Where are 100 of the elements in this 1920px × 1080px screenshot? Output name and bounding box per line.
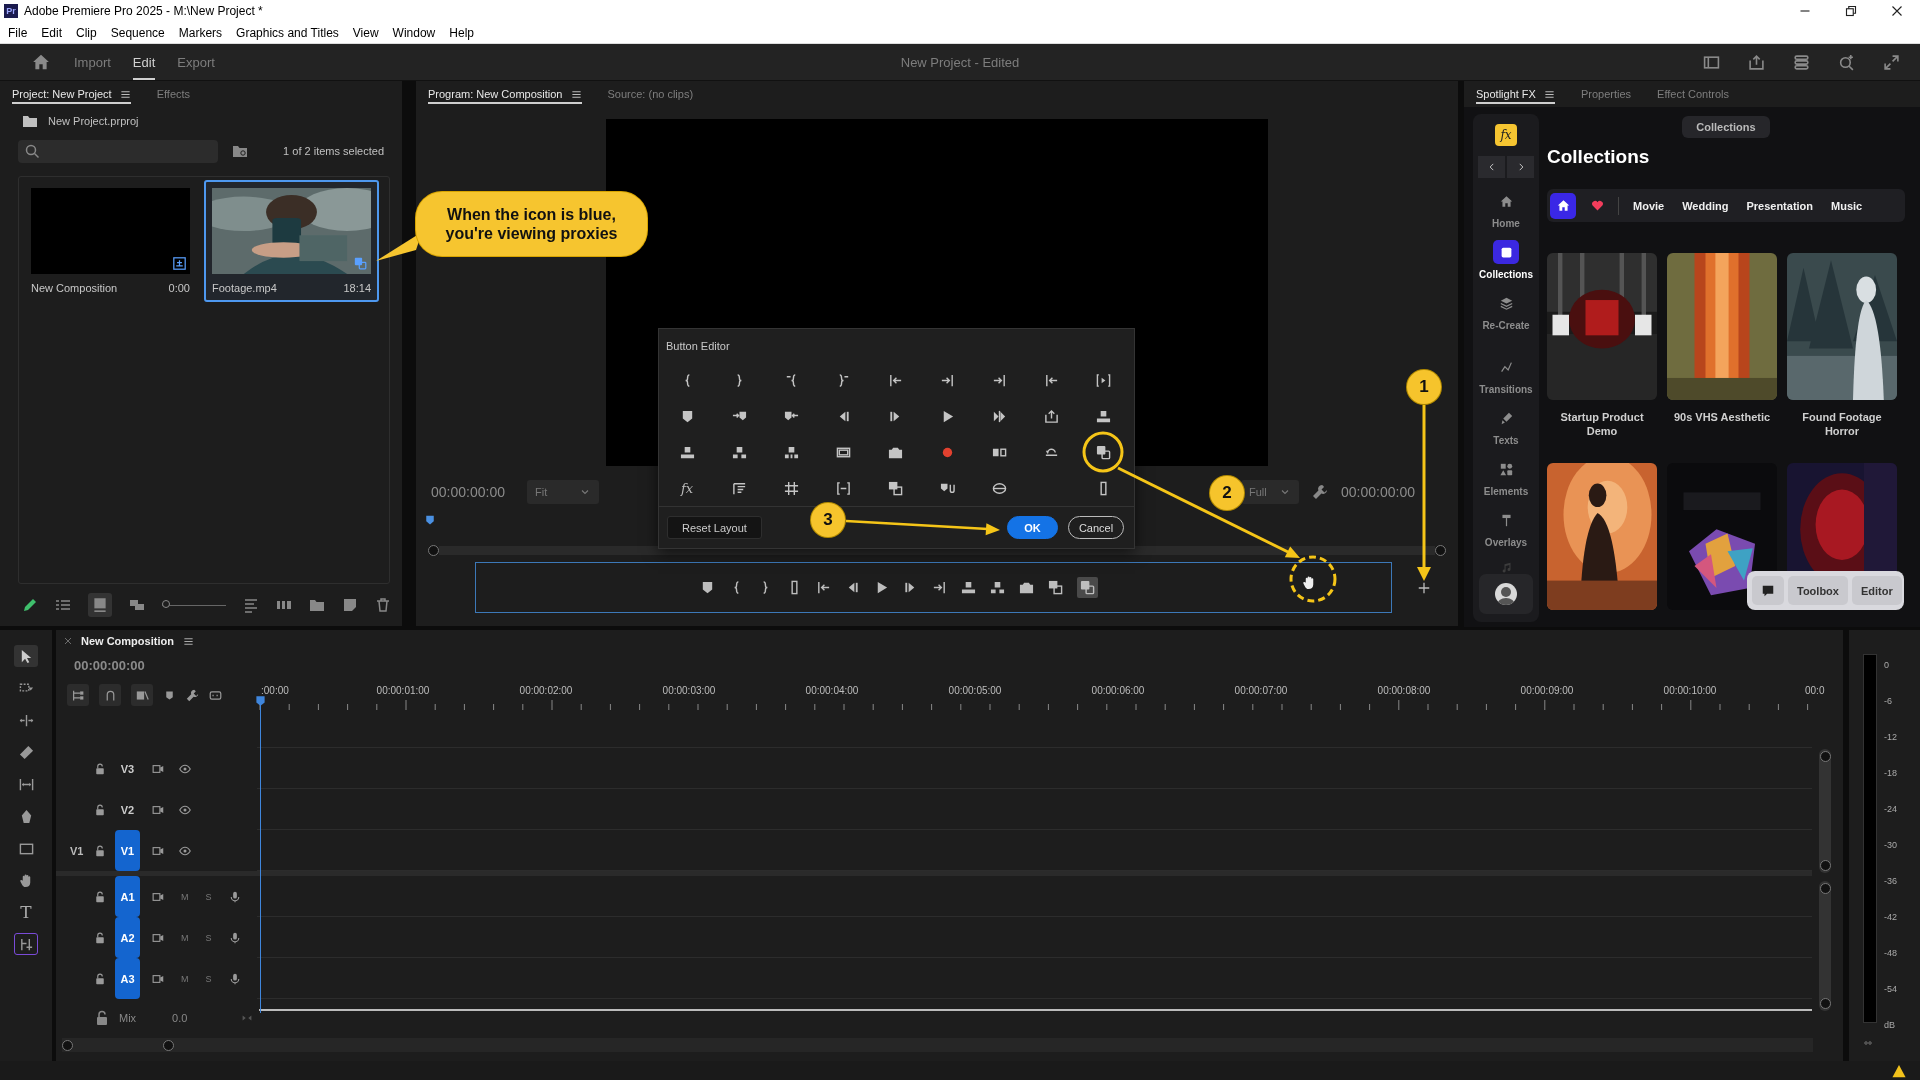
new-item-icon[interactable] bbox=[342, 597, 358, 613]
play-around-icon[interactable] bbox=[991, 408, 1007, 424]
export-frame-icon[interactable] bbox=[1043, 408, 1059, 424]
go-to-out-icon[interactable] bbox=[991, 372, 1007, 388]
lift-icon[interactable] bbox=[961, 580, 976, 595]
lock-icon[interactable] bbox=[94, 972, 106, 985]
overlay-icon[interactable] bbox=[887, 480, 903, 496]
nav-item[interactable]: Collections bbox=[1475, 240, 1537, 280]
microphone-icon[interactable] bbox=[228, 890, 241, 903]
overlay-icon[interactable] bbox=[1048, 580, 1063, 595]
category-tab[interactable]: Music bbox=[1831, 199, 1863, 212]
wrench-icon[interactable] bbox=[186, 688, 199, 702]
reset-button[interactable]: Reset Layout bbox=[667, 516, 762, 539]
settings-icon[interactable] bbox=[1793, 53, 1810, 71]
sort-icon[interactable] bbox=[243, 597, 259, 613]
panel-tab[interactable]: Program: New Composition bbox=[428, 84, 582, 104]
extract-icon[interactable] bbox=[990, 580, 1005, 595]
plus-icon[interactable] bbox=[1417, 580, 1431, 595]
lock-icon[interactable] bbox=[94, 803, 106, 816]
close-icon[interactable] bbox=[1891, 5, 1903, 17]
expand-icon[interactable] bbox=[1883, 53, 1900, 71]
category-tab[interactable]: Movie bbox=[1633, 199, 1665, 212]
mute-button[interactable]: M bbox=[181, 973, 189, 984]
go-to-in-icon[interactable] bbox=[816, 580, 831, 595]
solo-button[interactable]: S bbox=[205, 891, 212, 902]
lift-icon[interactable] bbox=[679, 444, 695, 460]
go-to-in-icon[interactable] bbox=[887, 372, 903, 388]
menu-item[interactable]: Edit bbox=[41, 25, 63, 40]
folder-search-icon[interactable] bbox=[232, 143, 248, 159]
track-target[interactable]: A1 bbox=[115, 876, 140, 917]
tool-button[interactable] bbox=[14, 933, 38, 955]
lift-icon[interactable] bbox=[1095, 408, 1111, 424]
toggle-proxies-icon[interactable] bbox=[1095, 444, 1111, 460]
freeform-view-icon[interactable] bbox=[129, 597, 145, 613]
source-patch[interactable]: V1 bbox=[70, 844, 94, 857]
menu-item[interactable]: View bbox=[352, 25, 379, 40]
trim-icon[interactable] bbox=[731, 480, 747, 496]
marker-icon[interactable] bbox=[700, 580, 715, 595]
nav-item[interactable]: Elements bbox=[1475, 457, 1537, 497]
panel-icon[interactable] bbox=[1703, 53, 1720, 71]
breadcrumb[interactable]: Collections bbox=[1682, 116, 1770, 138]
menu-item[interactable]: Graphics and Titles bbox=[236, 25, 339, 40]
track-target[interactable]: V2 bbox=[115, 789, 140, 830]
menu-icon[interactable] bbox=[1543, 88, 1555, 100]
track-output-icon[interactable] bbox=[152, 972, 164, 985]
track-target[interactable]: A2 bbox=[115, 917, 140, 958]
list-view-icon[interactable] bbox=[55, 597, 71, 613]
wrench-icon[interactable] bbox=[1312, 484, 1329, 500]
eye-icon[interactable] bbox=[179, 803, 191, 816]
brackets-icon[interactable] bbox=[835, 480, 851, 496]
playhead-timecode[interactable]: 00:00:00:00 bbox=[74, 657, 145, 673]
playhead-icon[interactable] bbox=[425, 513, 435, 527]
solo-button[interactable]: S bbox=[205, 932, 212, 943]
marker-icon[interactable] bbox=[163, 688, 176, 702]
home-filter-button[interactable] bbox=[1550, 192, 1576, 219]
project-item[interactable]: New Composition 0:00 bbox=[23, 180, 198, 302]
lock-icon[interactable] bbox=[94, 762, 106, 775]
go-to-out-icon[interactable] bbox=[939, 372, 955, 388]
nav-item[interactable]: Texts bbox=[1475, 406, 1537, 446]
menu-item[interactable]: Sequence bbox=[110, 25, 165, 40]
track-output-icon[interactable] bbox=[152, 844, 164, 857]
track-output-icon[interactable] bbox=[152, 890, 164, 903]
chat-button[interactable] bbox=[1752, 576, 1784, 605]
lock-icon[interactable] bbox=[94, 1009, 110, 1026]
share-icon[interactable] bbox=[1748, 53, 1765, 71]
category-tab[interactable]: Wedding bbox=[1682, 199, 1729, 212]
trash-icon[interactable] bbox=[375, 597, 391, 613]
panel-tab[interactable]: Properties bbox=[1580, 84, 1632, 104]
mute-button[interactable]: M bbox=[181, 932, 189, 943]
track-output-icon[interactable] bbox=[152, 762, 164, 775]
nav-item[interactable]: Home bbox=[1475, 189, 1537, 229]
search-field[interactable] bbox=[18, 139, 218, 163]
lock-icon[interactable] bbox=[94, 844, 106, 857]
eye-icon[interactable] bbox=[179, 762, 191, 775]
warning-icon[interactable] bbox=[1892, 1064, 1906, 1078]
zoom-slider[interactable] bbox=[162, 600, 226, 610]
home-icon[interactable] bbox=[32, 53, 50, 71]
track-target[interactable]: V1 bbox=[115, 830, 140, 871]
mix-volume[interactable]: 0.0 bbox=[172, 1011, 188, 1024]
effects-button[interactable]: fx bbox=[680, 480, 694, 496]
menu-icon[interactable] bbox=[182, 635, 194, 647]
track-output-icon[interactable] bbox=[152, 931, 164, 944]
play-in-to-out-icon[interactable] bbox=[1095, 372, 1111, 388]
sequence-tab[interactable]: New Composition bbox=[81, 635, 174, 647]
track-target[interactable]: A3 bbox=[115, 958, 140, 999]
new-bin-icon[interactable] bbox=[309, 597, 325, 613]
panel-tab[interactable]: Project: New Project bbox=[12, 84, 131, 104]
project-item[interactable]: Footage.mp4 18:14 bbox=[204, 180, 379, 302]
menu-item[interactable]: Clip bbox=[76, 25, 97, 40]
eye-icon[interactable] bbox=[179, 844, 191, 857]
toolbar-button[interactable]: Toolbox bbox=[1788, 576, 1848, 605]
insert-icon[interactable] bbox=[783, 444, 799, 460]
toolbar-button[interactable]: Editor bbox=[1851, 576, 1902, 605]
menu-item[interactable]: File bbox=[8, 25, 28, 40]
lock-icon[interactable] bbox=[94, 890, 106, 903]
mode-tab[interactable]: Import bbox=[74, 44, 111, 80]
icon-view-icon[interactable] bbox=[88, 593, 112, 617]
camera-icon[interactable] bbox=[1019, 580, 1034, 595]
microphone-icon[interactable] bbox=[228, 972, 241, 985]
microphone-icon[interactable] bbox=[228, 931, 241, 944]
